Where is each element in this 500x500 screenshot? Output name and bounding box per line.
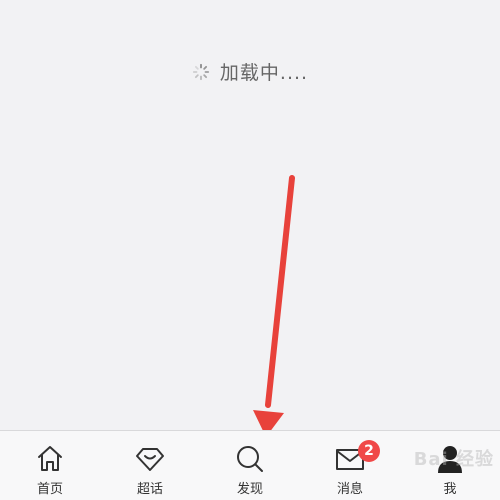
tab-profile-label: 我	[443, 482, 457, 497]
tab-super-topic-label: 超话	[136, 482, 163, 497]
tab-discover-label: 发现	[236, 482, 263, 497]
tab-home[interactable]: 首页	[0, 431, 100, 500]
tab-messages[interactable]: 消息 2	[300, 431, 400, 500]
tab-discover[interactable]: 发现	[200, 431, 300, 500]
loading-indicator: 加载中....	[0, 58, 500, 85]
loading-text: 加载中....	[219, 62, 309, 84]
spinner-icon	[192, 63, 210, 80]
tab-messages-label: 消息	[336, 482, 363, 497]
diamond-icon	[136, 448, 164, 471]
search-icon	[237, 446, 263, 472]
app-screen: 加载中.... 首页 超话 发现 消息 2 我 Bai 经验	[0, 0, 500, 500]
home-icon	[38, 446, 62, 471]
unread-badge: 2	[358, 440, 380, 462]
watermark: Bai 经验	[413, 449, 494, 470]
tab-home-label: 首页	[36, 482, 63, 497]
tab-super-topic[interactable]: 超话	[100, 431, 200, 500]
